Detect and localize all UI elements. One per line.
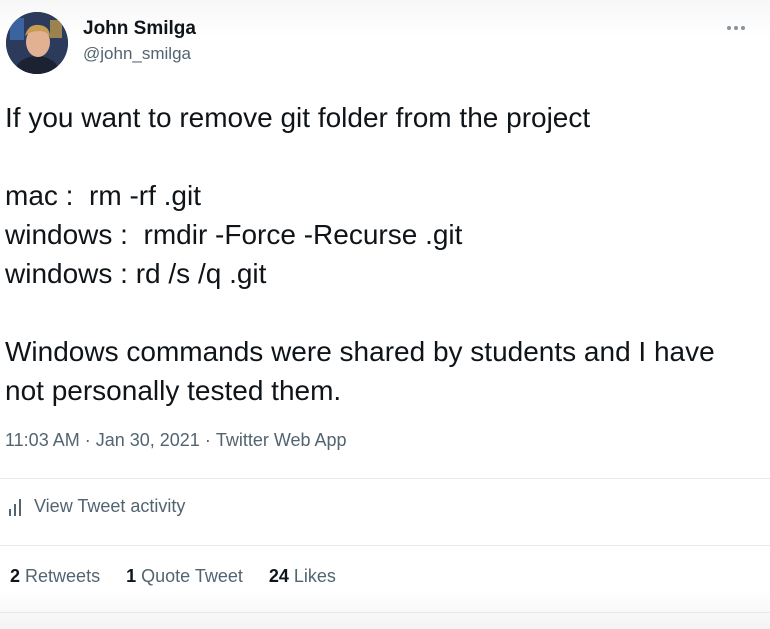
avatar-photo xyxy=(6,12,68,74)
likes-label: Likes xyxy=(293,566,336,586)
quote-count: 1 xyxy=(126,566,137,586)
tweet-text: If you want to remove git folder from th… xyxy=(5,98,765,410)
tweet-line: If you want to remove git folder from th… xyxy=(5,102,591,133)
meta-separator: · xyxy=(204,430,211,450)
bar-chart-icon xyxy=(9,498,21,516)
retweets-stat[interactable]: 2 Retweets xyxy=(10,566,100,587)
avatar[interactable] xyxy=(6,12,68,74)
author-handle[interactable]: @john_smilga xyxy=(83,44,191,64)
quote-tweets-stat[interactable]: 1 Quote Tweet xyxy=(126,566,243,587)
quote-label: Quote Tweet xyxy=(141,566,243,586)
more-horizontal-icon xyxy=(727,26,731,30)
activity-label: View Tweet activity xyxy=(34,496,186,516)
tweet-meta: 11:03 AM · Jan 30, 2021 · Twitter Web Ap… xyxy=(5,430,347,451)
tweet-time[interactable]: 11:03 AM xyxy=(5,430,80,451)
tweet-line: windows : rmdir -Force -Recurse .git xyxy=(5,219,463,250)
tweet-line: Windows commands were shared by students… xyxy=(5,336,715,367)
view-tweet-activity-link[interactable]: View Tweet activity xyxy=(8,496,185,517)
likes-stat[interactable]: 24 Likes xyxy=(269,566,336,587)
tweet-card: John Smilga @john_smilga If you want to … xyxy=(0,0,770,629)
tweet-stats: 2 Retweets 1 Quote Tweet 24 Likes xyxy=(10,566,336,587)
tweet-line: not personally tested them. xyxy=(5,375,342,406)
tweet-date[interactable]: Jan 30, 2021 xyxy=(96,430,200,451)
retweets-count: 2 xyxy=(10,566,21,586)
divider xyxy=(0,612,770,613)
retweets-label: Retweets xyxy=(25,566,101,586)
tweet-line: mac : rm -rf .git xyxy=(5,180,201,211)
author-name[interactable]: John Smilga xyxy=(83,18,196,40)
likes-count: 24 xyxy=(268,566,289,586)
divider xyxy=(0,545,770,546)
tweet-source[interactable]: Twitter Web App xyxy=(216,430,347,451)
divider xyxy=(0,478,770,479)
meta-separator: · xyxy=(84,430,91,450)
more-options-button[interactable] xyxy=(722,18,750,38)
tweet-line: windows : rd /s /q .git xyxy=(5,258,267,289)
